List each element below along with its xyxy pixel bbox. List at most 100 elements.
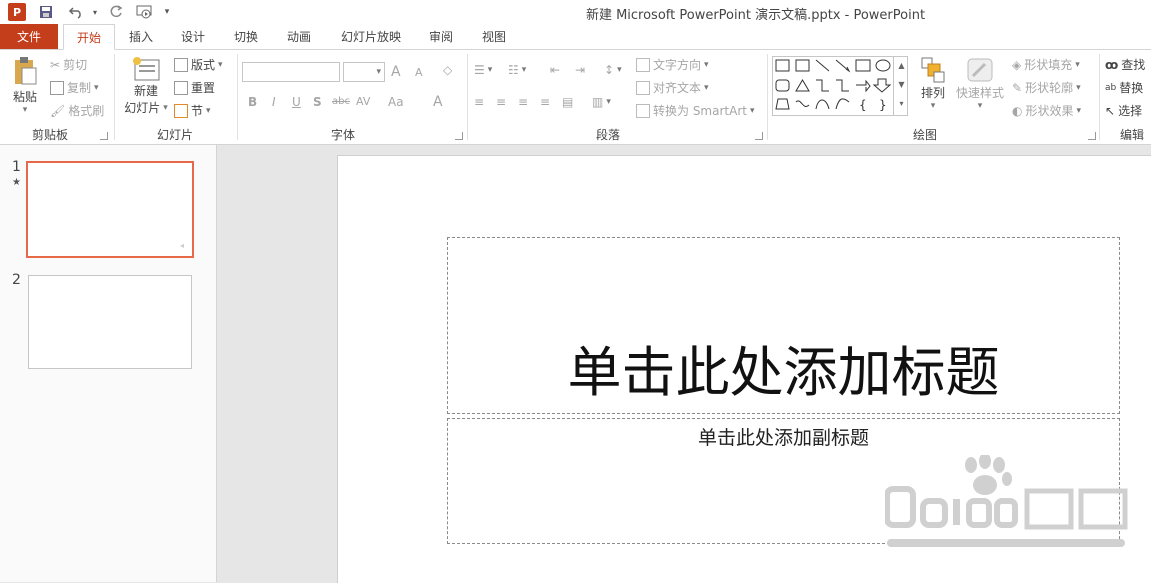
italic-button[interactable]: I — [272, 95, 276, 109]
paragraph-launcher-icon[interactable] — [755, 132, 763, 140]
tab-animations[interactable]: 动画 — [276, 24, 322, 49]
group-separator — [1099, 54, 1100, 140]
drawing-launcher-icon[interactable] — [1088, 132, 1096, 140]
smartart-button[interactable]: 转换为 SmartArt ▾ — [636, 102, 755, 119]
shape-outline-label: 形状轮廓 — [1025, 81, 1074, 95]
copy-icon — [50, 80, 64, 95]
bullets-icon[interactable]: ☰ ▾ — [474, 63, 492, 77]
clipboard-icon — [15, 57, 37, 85]
arrange-button[interactable]: 排列 ▾ — [919, 56, 947, 111]
format-painter-button[interactable]: 🖌 格式刷 — [50, 102, 104, 119]
title-bar: P ▾ ▾ 新建 Microsoft PowerPoint 演示文稿.pptx … — [0, 0, 1151, 24]
find-label: 查找 — [1121, 58, 1146, 72]
clipboard-launcher-icon[interactable] — [100, 132, 108, 140]
align-text-label: 对齐文本 — [653, 81, 702, 95]
shadow-button[interactable]: S — [313, 95, 322, 109]
new-slide-icon — [133, 57, 160, 81]
increase-indent-icon[interactable]: ⇥ — [575, 63, 585, 77]
ribbon-tabs: 文件 开始 插入 设计 切换 动画 幻灯片放映 审阅 视图 — [0, 24, 1151, 50]
tab-review[interactable]: 审阅 — [418, 24, 464, 49]
replace-icon: ab — [1105, 82, 1117, 93]
reset-button[interactable]: 重置 — [174, 79, 215, 96]
new-slide-label-1: 新建 — [133, 84, 158, 98]
select-label: 选择 — [1118, 104, 1143, 118]
align-right-icon[interactable]: ≡ — [518, 95, 528, 109]
window-title: 新建 Microsoft PowerPoint 演示文稿.pptx - Powe… — [585, 8, 926, 23]
drawing-group-label: 绘图 — [912, 128, 937, 142]
replace-button[interactable]: ab 替换 — [1105, 79, 1143, 96]
underline-button[interactable]: U — [292, 95, 301, 109]
columns-icon[interactable]: ▥ ▾ — [592, 95, 611, 109]
paragraph-group-label: 段落 — [595, 128, 620, 142]
change-case-button[interactable]: Aa — [388, 95, 404, 109]
tab-file[interactable]: 文件 — [0, 24, 58, 49]
svg-text:{: { — [859, 98, 867, 112]
tab-insert[interactable]: 插入 — [118, 24, 164, 49]
title-placeholder-text: 单击此处添加标题 — [567, 341, 1000, 404]
paint-bucket-icon: ◈ — [1012, 57, 1022, 72]
bold-button[interactable]: B — [248, 95, 257, 109]
slide-thumbnail-1[interactable]: ◂ — [26, 161, 194, 258]
editing-group-label: 编辑 — [1119, 128, 1144, 142]
slide-thumbnails-pane[interactable]: 1 ★ ◂ 2 — [0, 145, 217, 582]
pen-icon: ✎ — [1012, 80, 1023, 95]
tab-view[interactable]: 视图 — [471, 24, 517, 49]
decrease-indent-icon[interactable]: ⇤ — [550, 63, 560, 77]
shape-fill-label: 形状填充 — [1024, 58, 1073, 72]
character-spacing-button[interactable]: AV — [356, 95, 370, 108]
copy-button[interactable]: 复制 ▾ — [50, 79, 99, 96]
scissors-icon: ✂ — [50, 57, 61, 72]
arrange-icon — [921, 57, 945, 83]
line-spacing-icon[interactable]: ↕ ▾ — [604, 63, 622, 77]
tab-design[interactable]: 设计 — [170, 24, 216, 49]
align-center-icon[interactable]: ≡ — [496, 95, 506, 109]
watermark-logo — [884, 453, 1145, 555]
tab-slideshow[interactable]: 幻灯片放映 — [332, 24, 410, 49]
paste-button[interactable]: 粘贴 ▾ — [10, 56, 40, 115]
slide-thumbnail-2[interactable] — [28, 275, 192, 369]
layout-button[interactable]: 版式 ▾ — [174, 56, 223, 73]
shape-outline-button[interactable]: ✎ 形状轮廓 ▾ — [1012, 79, 1081, 96]
quick-styles-button[interactable]: 快速样式 ▾ — [953, 56, 1007, 111]
copy-label: 复制 — [67, 81, 92, 95]
reset-icon — [174, 80, 188, 95]
distribute-icon[interactable]: ▤ — [562, 95, 573, 109]
tab-home[interactable]: 开始 — [63, 24, 115, 50]
quick-styles-label: 快速样式 — [955, 86, 1004, 100]
font-name-combo[interactable] — [242, 62, 340, 82]
clear-format-icon[interactable]: ◇ — [443, 63, 452, 77]
shapes-gallery-scroll[interactable]: ▲ ▼ ▾ — [893, 56, 909, 116]
section-button[interactable]: 节 ▾ — [174, 102, 211, 119]
grow-font-button[interactable]: A — [391, 64, 401, 80]
strikethrough-button[interactable]: abc — [332, 96, 350, 107]
smartart-icon — [636, 103, 650, 118]
align-left-icon[interactable]: ≡ — [474, 95, 484, 109]
font-launcher-icon[interactable] — [455, 132, 463, 140]
smartart-label: 转换为 SmartArt — [653, 104, 747, 118]
align-text-icon — [636, 80, 650, 95]
slide-number-2: 2 — [12, 272, 21, 288]
quick-styles-icon — [967, 58, 993, 82]
cut-label: 剪切 — [63, 58, 88, 72]
text-direction-button[interactable]: 文字方向 ▾ — [636, 56, 709, 73]
align-text-button[interactable]: 对齐文本 ▾ — [636, 79, 709, 96]
shape-fill-button[interactable]: ◈ 形状填充 ▾ — [1012, 56, 1080, 73]
group-separator — [767, 54, 768, 140]
numbering-icon[interactable]: ☷ ▾ — [508, 63, 526, 77]
justify-icon[interactable]: ≡ — [540, 95, 550, 109]
font-color-button[interactable]: A — [433, 94, 443, 110]
shape-effects-button[interactable]: ◐ 形状效果 ▾ — [1012, 102, 1081, 119]
shrink-font-button[interactable]: A — [415, 66, 423, 79]
select-button[interactable]: ↖ 选择 — [1105, 102, 1142, 119]
font-size-combo[interactable]: ▾ — [343, 62, 385, 82]
binoculars-icon: ꝏ — [1105, 57, 1119, 72]
cut-button[interactable]: ✂ 剪切 — [50, 56, 87, 73]
text-direction-label: 文字方向 — [653, 58, 702, 72]
new-slide-button[interactable]: 新建 幻灯片 ▾ — [124, 56, 168, 116]
find-button[interactable]: ꝏ 查找 — [1105, 56, 1145, 73]
title-placeholder[interactable]: 单击此处添加标题 — [447, 237, 1120, 414]
shapes-gallery[interactable]: {} — [772, 56, 908, 116]
text-direction-icon — [636, 57, 650, 72]
layout-icon — [174, 57, 188, 72]
tab-transitions[interactable]: 切换 — [223, 24, 269, 49]
